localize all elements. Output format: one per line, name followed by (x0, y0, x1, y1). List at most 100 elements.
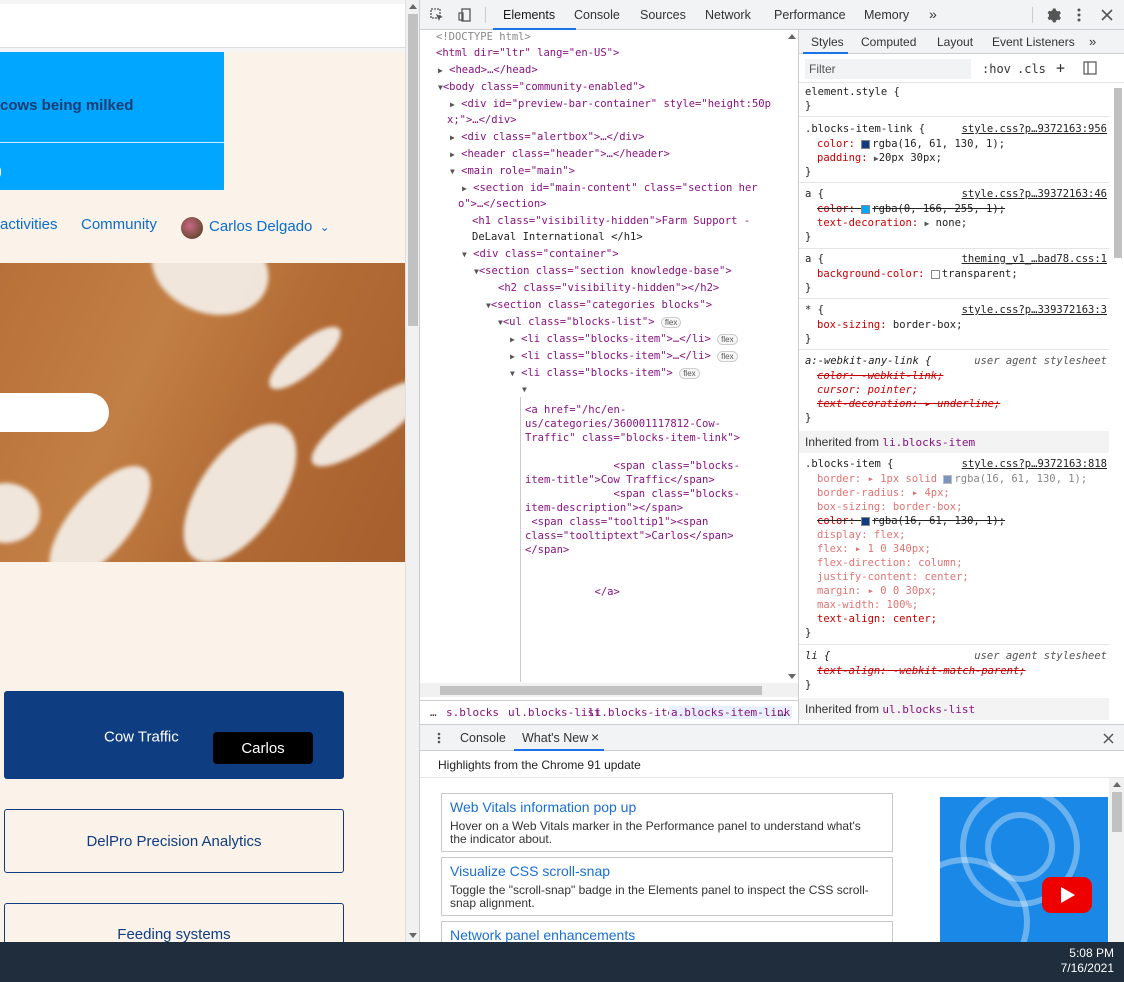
drawer-menu-icon[interactable] (434, 730, 444, 746)
css-val[interactable]: border-box; (893, 319, 963, 331)
add-rule-icon[interactable]: + (1056, 59, 1065, 77)
rule-selector[interactable]: a:-webkit-any-link { (805, 354, 931, 368)
dom-body-node[interactable]: ▼<body class="community-enabled"> (438, 80, 645, 95)
scroll-up-icon[interactable] (409, 4, 417, 9)
rule-source-link[interactable]: style.css?p…9372163:956 (962, 122, 1107, 136)
css-prop[interactable]: color: (817, 203, 855, 215)
scrollbar-thumb[interactable] (1112, 792, 1122, 832)
breadcrumb-item[interactable]: ul.blocks-list (508, 706, 601, 719)
close-devtools-icon[interactable] (1098, 6, 1116, 24)
kebab-menu-icon[interactable] (1072, 6, 1086, 24)
elements-scrollbar[interactable] (786, 30, 798, 683)
rule-source-link[interactable]: style.css?p…339372163:3 (962, 303, 1107, 317)
tab-computed[interactable]: Computed (861, 35, 916, 49)
color-swatch[interactable] (930, 269, 940, 279)
rule-selector[interactable]: .blocks-item { (805, 457, 894, 471)
dom-ul-node[interactable]: ▼<ul class="blocks-list"> flex (498, 315, 682, 330)
color-swatch[interactable] (943, 474, 953, 484)
css-prop[interactable]: color: (817, 515, 855, 527)
color-swatch[interactable] (861, 516, 871, 526)
css-decl[interactable]: justify-content: center; (817, 570, 969, 584)
close-tab-icon[interactable]: × (591, 729, 599, 745)
css-decl[interactable]: text-decoration: ▸ underline; (817, 397, 1000, 411)
css-val[interactable]: rgba(0, 166, 255, 1); (872, 203, 1005, 215)
dom-header-node[interactable]: ▶ <header class="header">…</header> (450, 147, 670, 162)
site-scrollbar[interactable] (405, 0, 419, 942)
breadcrumb-item-active[interactable]: a.blocks-item-link (669, 706, 793, 719)
nav-link-community[interactable]: Community (81, 216, 157, 233)
dom-alertbox-node[interactable]: ▶ <div class="alertbox">…</div> (450, 130, 644, 145)
css-decl[interactable]: flex-direction: column; (817, 556, 962, 570)
whats-new-title[interactable]: Visualize CSS scroll-snap (450, 863, 610, 879)
cls-toggle[interactable]: .cls (1017, 62, 1046, 76)
dom-li3-node[interactable]: ▼ <li class="blocks-item"> flex (510, 366, 700, 381)
scroll-up-icon[interactable] (788, 34, 796, 39)
elements-hscrollbar[interactable] (420, 683, 798, 697)
css-decl[interactable]: text-align: -webkit-match-parent; (817, 664, 1026, 678)
dom-h1-line1[interactable]: <h1 class="visibility-hidden">Farm Suppo… (472, 214, 750, 228)
dom-section-main-node[interactable]: ▶ <section id="main-content" class="sect… (462, 181, 758, 196)
css-decl[interactable]: margin: ▸ 0 0 30px; (817, 584, 937, 598)
site-search-box[interactable] (0, 4, 405, 48)
whats-new-item[interactable]: Web Vitals information pop up Hover on a… (441, 793, 893, 852)
css-prop[interactable]: box-sizing: (817, 319, 887, 331)
css-prop[interactable]: text-decoration: (817, 217, 918, 229)
flex-badge[interactable]: flex (717, 350, 738, 362)
html-edit-box[interactable]: <a href="/hc/en- us/categories/360001117… (520, 397, 785, 682)
more-tabs-icon[interactable]: » (929, 6, 937, 22)
flex-badge[interactable]: flex (660, 316, 682, 328)
dom-anchor-toggle[interactable]: ▼ (522, 382, 527, 397)
css-val[interactable]: rgba(16, 61, 130, 1); (954, 473, 1087, 485)
css-prop[interactable]: color: (817, 138, 855, 150)
whats-new-title[interactable]: Web Vitals information pop up (450, 799, 636, 815)
css-val[interactable]: 20px 30px; (879, 152, 942, 164)
tab-network[interactable]: Network (705, 8, 751, 22)
css-decl[interactable]: display: flex; (817, 528, 906, 542)
tab-event-listeners[interactable]: Event Listeners (992, 35, 1075, 49)
css-val[interactable]: rgba(16, 61, 130, 1); (872, 138, 1005, 150)
breadcrumb-item[interactable]: s.blocks (446, 706, 499, 719)
breadcrumb-ellipsis[interactable]: … (430, 706, 437, 719)
css-decl[interactable]: max-width: 100%; (817, 598, 918, 612)
tab-elements[interactable]: Elements (503, 8, 555, 22)
tab-console[interactable]: Console (574, 8, 620, 22)
rule-selector[interactable]: a { (805, 252, 824, 266)
drawer-tab-whats-new[interactable]: What's New (522, 731, 588, 745)
breadcrumb-ellipsis[interactable]: … (779, 706, 786, 719)
css-prop[interactable]: background-color: (817, 268, 924, 280)
dom-html[interactable]: <html dir="ltr" lang="en-US"> (436, 46, 619, 60)
rule-source-link[interactable]: style.css?p…39372163:46 (962, 187, 1107, 201)
scroll-down-icon[interactable] (788, 674, 796, 679)
tab-layout[interactable]: Layout (937, 35, 973, 49)
dom-container-node[interactable]: ▼ <div class="container"> (462, 247, 619, 262)
settings-gear-icon[interactable] (1044, 6, 1062, 24)
css-decl[interactable]: border-radius: ▸ 4px; (817, 486, 950, 500)
scrollbar-thumb[interactable] (408, 14, 418, 326)
scroll-up-icon[interactable] (1113, 782, 1121, 787)
css-val[interactable]: none; (936, 217, 968, 229)
dom-li1-node[interactable]: ▶ <li class="blocks-item">…</li> flex (510, 332, 738, 347)
inherited-selector[interactable]: li.blocks-item (882, 436, 975, 449)
more-tabs-icon[interactable]: » (1089, 34, 1096, 49)
scroll-down-icon[interactable] (409, 933, 417, 938)
inherited-selector[interactable]: ul.blocks-list (882, 703, 975, 716)
play-button-icon[interactable] (1042, 877, 1092, 913)
close-drawer-icon[interactable] (1100, 730, 1116, 746)
flex-badge[interactable]: flex (717, 333, 738, 345)
rule-source-link[interactable]: style.css?p…9372163:818 (962, 457, 1107, 471)
styles-filter-input[interactable]: Filter (805, 59, 971, 79)
whats-new-title[interactable]: Network panel enhancements (450, 927, 635, 943)
hero-search-input[interactable] (0, 393, 109, 432)
tab-styles[interactable]: Styles (811, 35, 844, 49)
category-card-delpro[interactable]: DelPro Precision Analytics (4, 809, 344, 873)
breadcrumb-item[interactable]: li.blocks-item (588, 706, 681, 719)
dom-preview-node[interactable]: ▶ <div id="preview-bar-container" style=… (450, 97, 771, 112)
color-swatch[interactable] (861, 204, 871, 214)
scrollbar-thumb[interactable] (1114, 88, 1122, 258)
drawer-tab-console[interactable]: Console (460, 731, 506, 745)
color-swatch[interactable] (861, 139, 871, 149)
rule-selector[interactable]: a { (805, 187, 824, 201)
css-decl[interactable]: text-align: center; (817, 612, 937, 626)
inspect-element-icon[interactable] (428, 6, 446, 24)
user-avatar[interactable] (181, 217, 203, 239)
